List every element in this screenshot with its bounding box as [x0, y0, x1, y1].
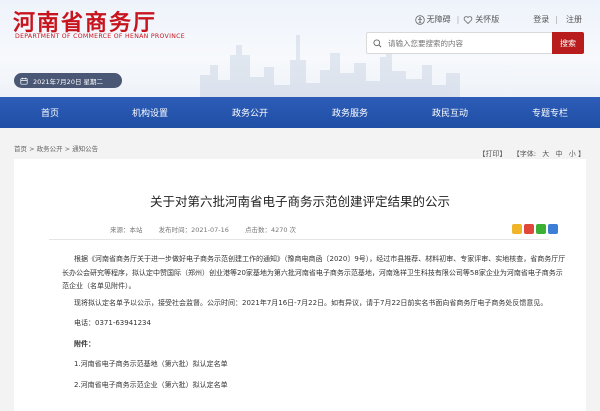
divider — [49, 239, 549, 240]
font-medium-button[interactable]: 中 — [556, 150, 563, 158]
nav-home[interactable]: 首页 — [0, 97, 100, 128]
search-icon — [373, 38, 382, 47]
share-weibo-icon[interactable] — [524, 224, 534, 234]
share-wechat-icon[interactable] — [536, 224, 546, 234]
font-size-close: 】 — [578, 150, 585, 158]
register-link[interactable]: 注册 — [566, 14, 582, 25]
search-input[interactable] — [388, 38, 538, 48]
current-date: 2021年7月20日 星期二 — [33, 77, 104, 86]
accessibility-icon — [414, 14, 425, 25]
care-mode-icon — [464, 15, 473, 24]
share-buttons — [510, 224, 558, 234]
article-paragraph: 现将拟认定名单予以公示，接受社会监督。公示时间：2021年7月16日-7月22日… — [74, 298, 548, 307]
care-mode-link[interactable]: 关怀版 — [475, 14, 499, 25]
attachment-label: 附件： — [74, 339, 95, 348]
attachment-link[interactable]: 1.河南省电子商务示范基地（第六批）拟认定名单 — [62, 358, 569, 372]
login-link[interactable]: 登录 — [533, 14, 549, 25]
print-button[interactable]: 【打印】 — [478, 150, 506, 158]
main-nav: 首页 机构设置 政务公开 政务服务 政民互动 专题专栏 — [0, 97, 600, 128]
font-large-button[interactable]: 大 — [542, 150, 549, 158]
contact-phone: 电话：0371-63941234 — [74, 319, 151, 327]
search-box — [366, 32, 553, 54]
share-more-icon[interactable] — [548, 224, 558, 234]
article-meta: 来源：本站 发布时间：2021-07-16 点击数：4270 次 — [110, 224, 310, 234]
search-button[interactable]: 搜索 — [552, 32, 584, 54]
article-date: 发布时间：2021-07-16 — [158, 226, 229, 234]
share-qzone-icon[interactable] — [512, 224, 522, 234]
article-source: 来源：本站 — [110, 226, 143, 234]
site-logo-english: DEPARTMENT OF COMMERCE OF HENAN PROVINCE — [15, 33, 185, 40]
calendar-icon — [20, 77, 28, 85]
article-body: 根据《河南省商务厅关于进一步做好电子商务示范创建工作的通知》（豫商电商函〔202… — [62, 253, 569, 392]
nav-government-affairs-public[interactable]: 政务公开 — [200, 97, 300, 128]
article-card: 关于对第六批河南省电子商务示范创建评定结果的公示 来源：本站 发布时间：2021… — [14, 159, 586, 411]
top-links: 无障碍 | 关怀版 登录 | 注册 — [411, 14, 582, 25]
nav-public-interaction[interactable]: 政民互动 — [400, 97, 500, 128]
font-size-label: 【字体: — [512, 150, 537, 158]
article-paragraph: 根据《河南省商务厅关于进一步做好电子商务示范创建工作的通知》（豫商电商函〔202… — [62, 255, 566, 290]
article-title: 关于对第六批河南省电子商务示范创建评定结果的公示 — [149, 194, 450, 209]
accessibility-link[interactable]: 无障碍 — [427, 14, 451, 25]
nav-organization[interactable]: 机构设置 — [100, 97, 200, 128]
nav-special-topics[interactable]: 专题专栏 — [500, 97, 600, 128]
attachment-link[interactable]: 2.河南省电子商务示范企业（第六批）拟认定名单 — [62, 379, 569, 393]
article-tools: 【打印】 【字体: 大 中 小 】 — [474, 149, 585, 159]
nav-government-services[interactable]: 政务服务 — [300, 97, 400, 128]
site-header: 河南省商务厅 DEPARTMENT OF COMMERCE OF HENAN P… — [0, 0, 600, 97]
date-display: 2021年7月20日 星期二 — [14, 73, 122, 88]
article-views: 点击数：4270 次 — [244, 226, 297, 234]
breadcrumb[interactable]: 首页 > 政务公开 > 通知公告 — [14, 143, 98, 153]
font-small-button[interactable]: 小 — [569, 150, 576, 158]
